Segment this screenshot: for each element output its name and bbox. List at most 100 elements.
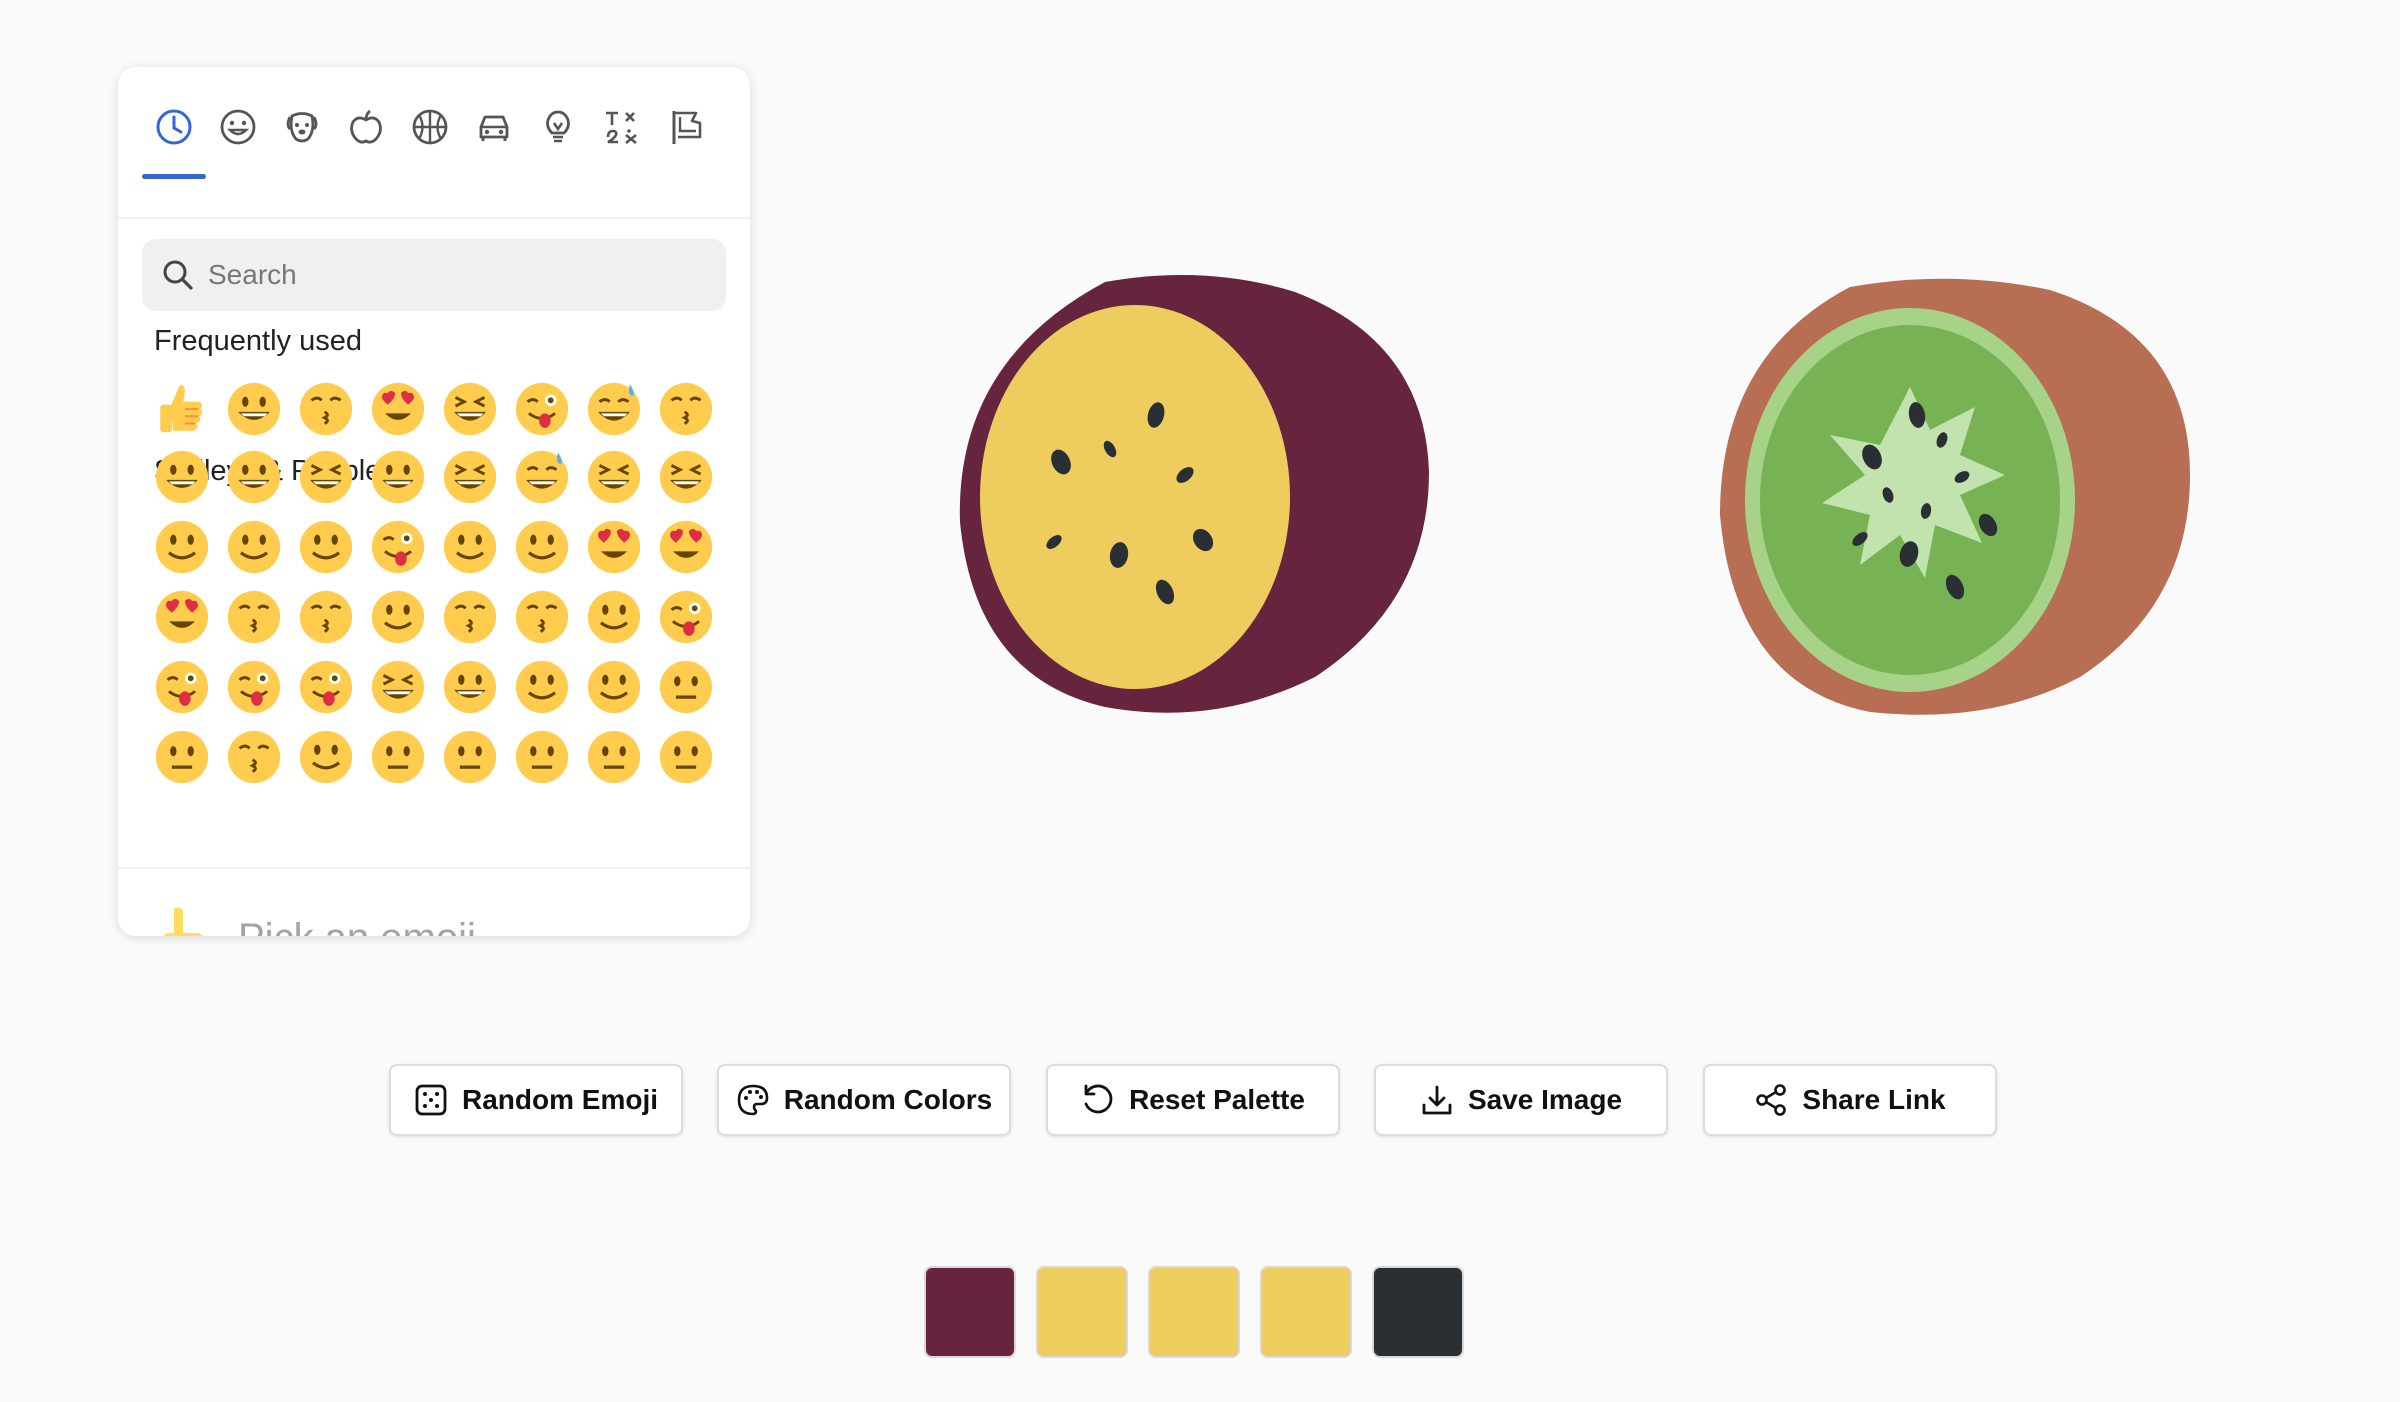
random-colors-button[interactable]: Random Colors [717, 1064, 1011, 1136]
emoji-button[interactable] [578, 442, 650, 512]
emoji-face-icon [515, 382, 569, 436]
search-box[interactable] [142, 239, 726, 311]
emoji-button[interactable] [146, 442, 218, 512]
emoji-button[interactable] [146, 722, 218, 792]
emoji-face-icon [371, 590, 425, 644]
emoji-face-icon [299, 450, 353, 504]
emoji-button[interactable] [434, 442, 506, 512]
emoji-button[interactable] [362, 373, 434, 445]
emoji-button[interactable] [578, 582, 650, 652]
emoji-face-icon [515, 660, 569, 714]
preview-emoji [152, 905, 216, 936]
emoji-face-icon [227, 382, 281, 436]
emoji-button[interactable] [434, 373, 506, 445]
emoji-button[interactable] [146, 582, 218, 652]
reset-palette-button[interactable]: Reset Palette [1046, 1064, 1340, 1136]
tab-symbols[interactable] [590, 77, 654, 177]
emoji-button[interactable] [434, 512, 506, 582]
emoji-face-icon [299, 660, 353, 714]
emoji-button[interactable] [146, 373, 218, 445]
emoji-button[interactable] [650, 652, 722, 722]
passion-fruit-flesh [980, 305, 1290, 689]
emoji-face-icon [299, 520, 353, 574]
emoji-face-icon [299, 382, 353, 436]
emoji-button[interactable] [290, 722, 362, 792]
emoji-face-icon [659, 382, 713, 436]
emoji-button[interactable] [362, 652, 434, 722]
tab-recent[interactable] [142, 77, 206, 179]
emoji-button[interactable] [218, 373, 290, 445]
emoji-button[interactable] [578, 722, 650, 792]
search-input[interactable] [206, 258, 710, 292]
emoji-button[interactable] [290, 442, 362, 512]
emoji-button[interactable] [578, 652, 650, 722]
emoji-button[interactable] [362, 442, 434, 512]
frequently-used-title: Frequently used [154, 325, 362, 357]
emoji-face-icon [227, 450, 281, 504]
emoji-button[interactable] [578, 373, 650, 445]
color-swatch[interactable] [1148, 1266, 1240, 1358]
emoji-face-icon [515, 450, 569, 504]
emoji-button[interactable] [506, 652, 578, 722]
emoji-face-icon [443, 590, 497, 644]
tab-activities[interactable] [398, 77, 462, 177]
tab-smileys[interactable] [206, 77, 270, 177]
footer-divider [118, 867, 750, 869]
emoji-button[interactable] [362, 582, 434, 652]
emoji-button[interactable] [650, 722, 722, 792]
emoji-button[interactable] [650, 582, 722, 652]
emoji-button[interactable] [146, 512, 218, 582]
emoji-face-icon [659, 660, 713, 714]
tab-objects[interactable] [526, 77, 590, 177]
thumbs-up-icon [160, 385, 203, 433]
emoji-face-icon [443, 450, 497, 504]
emoji-button[interactable] [290, 652, 362, 722]
random-colors-label: Random Colors [783, 1084, 993, 1115]
random-emoji-button[interactable]: Random Emoji [389, 1064, 683, 1136]
color-swatch[interactable] [1036, 1266, 1128, 1358]
emoji-button[interactable] [218, 722, 290, 792]
emoji-button[interactable] [218, 512, 290, 582]
emoji-button[interactable] [290, 582, 362, 652]
emoji-button[interactable] [434, 722, 506, 792]
share-icon [1754, 1083, 1788, 1117]
tab-animals[interactable] [270, 77, 334, 177]
emoji-face-icon [587, 660, 641, 714]
emoji-button[interactable] [650, 373, 722, 445]
emoji-button[interactable] [506, 442, 578, 512]
emoji-button[interactable] [434, 652, 506, 722]
emoji-face-icon [371, 520, 425, 574]
emoji-face-icon [587, 520, 641, 574]
emoji-button[interactable] [434, 582, 506, 652]
save-image-button[interactable]: Save Image [1374, 1064, 1668, 1136]
tab-food[interactable] [334, 77, 398, 177]
emoji-button[interactable] [650, 442, 722, 512]
emoji-button[interactable] [146, 652, 218, 722]
emoji-face-icon [155, 660, 209, 714]
emoji-button[interactable] [362, 512, 434, 582]
emoji-button[interactable] [218, 582, 290, 652]
emoji-button[interactable] [218, 442, 290, 512]
emoji-button[interactable] [290, 373, 362, 445]
emoji-button[interactable] [218, 652, 290, 722]
emoji-button[interactable] [578, 512, 650, 582]
emoji-button[interactable] [506, 582, 578, 652]
emoji-button[interactable] [650, 512, 722, 582]
emoji-button[interactable] [506, 373, 578, 445]
emoji-button[interactable] [290, 512, 362, 582]
apple-icon [350, 109, 382, 144]
emoji-button[interactable] [362, 722, 434, 792]
tab-flags[interactable] [654, 77, 718, 177]
color-swatch[interactable] [924, 1266, 1016, 1358]
tab-travel[interactable] [462, 77, 526, 177]
download-icon [1420, 1083, 1454, 1117]
preview-text: Pick an emoji… [238, 916, 516, 936]
color-swatch[interactable] [1260, 1266, 1352, 1358]
share-link-button[interactable]: Share Link [1703, 1064, 1997, 1136]
emoji-face-icon [443, 382, 497, 436]
random-emoji-label: Random Emoji [461, 1084, 658, 1115]
emoji-button[interactable] [506, 722, 578, 792]
emoji-button[interactable] [506, 512, 578, 582]
kiwi-fruit-illustration [1720, 278, 2190, 715]
color-swatch[interactable] [1372, 1266, 1464, 1358]
